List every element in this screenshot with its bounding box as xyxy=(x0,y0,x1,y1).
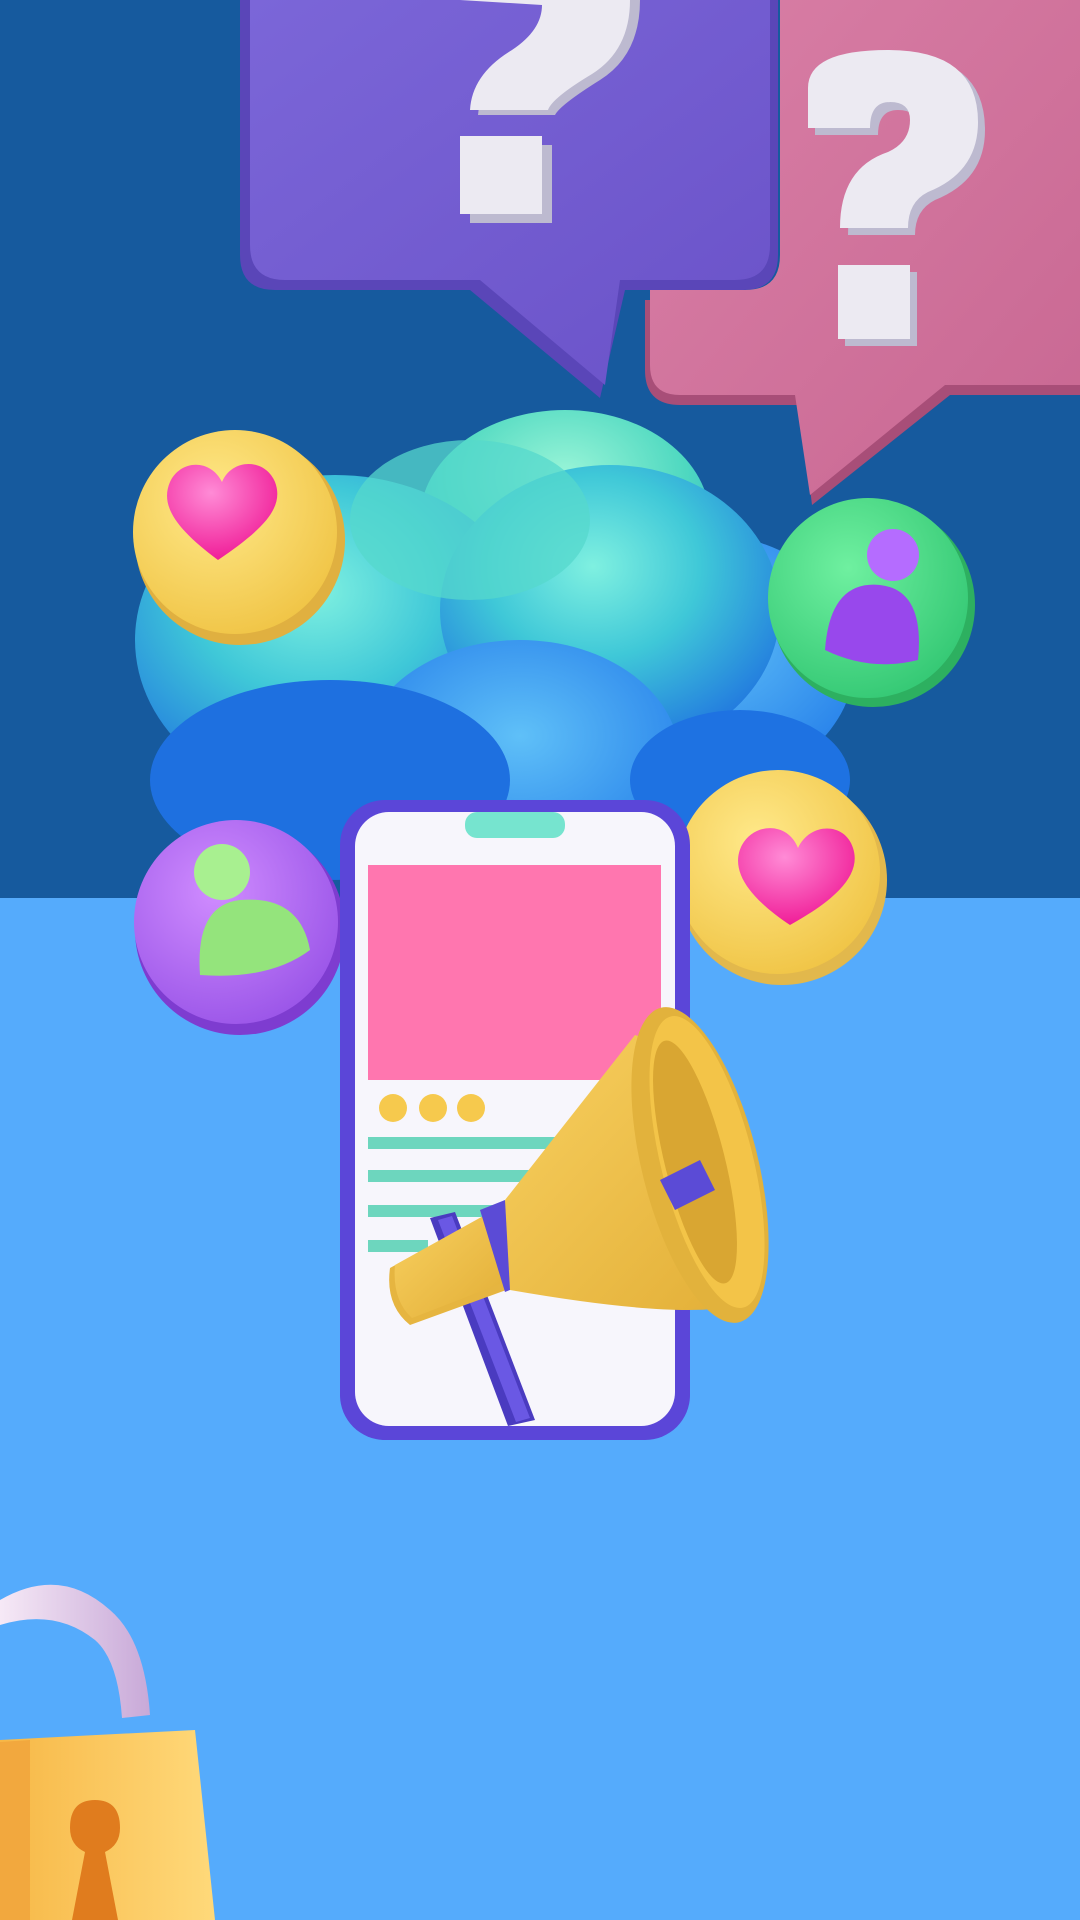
dot-icon xyxy=(457,1094,485,1122)
phone-image-placeholder xyxy=(368,865,661,1080)
illustration-scene xyxy=(0,0,1080,1920)
heart-badge-right xyxy=(676,770,887,985)
padlock-icon xyxy=(0,1584,215,1920)
illustration-art xyxy=(0,0,1080,1920)
dot-icon xyxy=(379,1094,407,1122)
heart-badge-top-left xyxy=(133,430,345,645)
dot-icon xyxy=(419,1094,447,1122)
